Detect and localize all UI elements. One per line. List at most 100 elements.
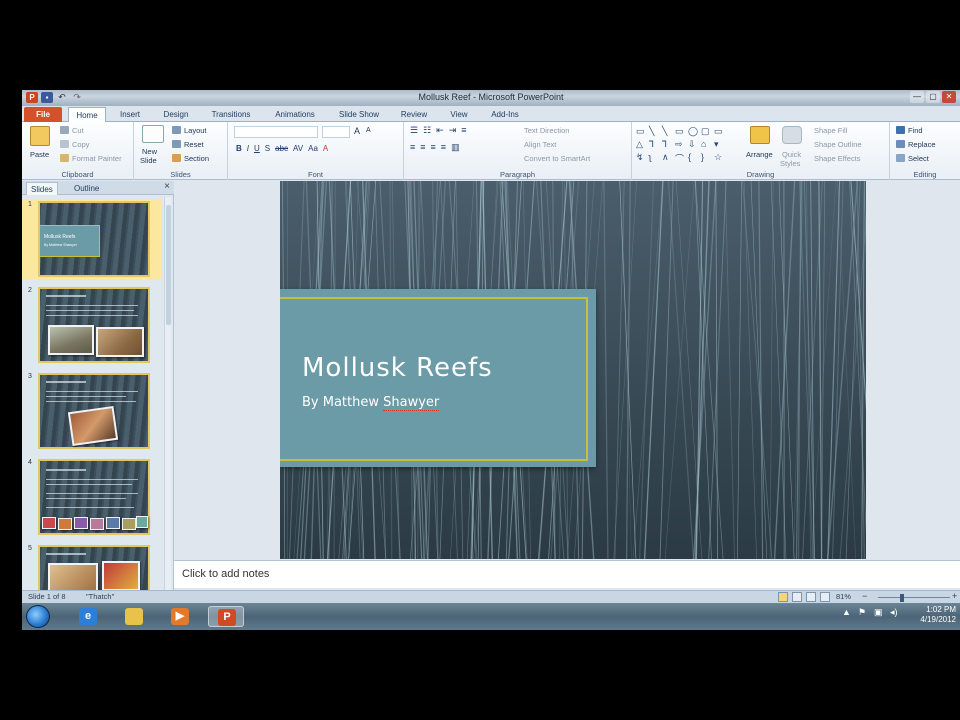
current-slide[interactable]: Mollusk Reefs By Matthew Shawyer [280,181,866,559]
brace-right-shape-icon[interactable]: } [701,152,713,165]
close-pane-icon[interactable]: × [164,181,170,192]
grow-font-button[interactable]: A [354,126,360,136]
textbox-shape-icon[interactable]: ▭ [636,126,648,137]
char-spacing-button[interactable]: AV [293,144,303,153]
arc-shape-icon[interactable]: ⌒ [675,152,687,165]
increase-indent-icon[interactable]: ⇥ [449,125,457,136]
volume-icon[interactable]: ◂) [890,607,898,618]
italic-button[interactable]: I [247,144,249,153]
slide-thumbnail-4[interactable]: 4 [22,457,162,537]
star-shape-icon[interactable]: ☆ [714,152,726,165]
brace-left-shape-icon[interactable]: { [688,152,700,165]
arrange-button[interactable]: Arrange [746,150,773,159]
slide-title[interactable]: Mollusk Reefs [302,353,493,383]
new-slide-button[interactable]: New [142,147,157,156]
notes-pane[interactable]: Click to add notes [174,560,960,588]
underline-button[interactable]: U [254,144,260,153]
line-spacing-icon[interactable]: ≡ [461,125,466,136]
align-right-icon[interactable]: ≡ [431,142,436,153]
shape-fill-button[interactable]: Shape Fill [814,126,847,135]
tab-home[interactable]: Home [68,107,106,122]
copy-icon[interactable] [60,140,69,148]
taskbar-ie[interactable]: e [70,606,106,627]
quick-styles-icon[interactable] [782,126,802,144]
zoom-level[interactable]: 81% [836,592,851,601]
rounded-rect-shape-icon[interactable]: ▢ [701,126,713,137]
format-painter-button[interactable]: Format Painter [72,154,122,163]
tab-design[interactable]: Design [156,107,196,122]
reset-icon[interactable] [172,140,181,148]
slideshow-view-button[interactable] [820,592,830,602]
columns-icon[interactable]: ▥ [451,142,460,153]
cut-button[interactable]: Cut [72,126,84,135]
tab-view[interactable]: View [442,107,476,122]
zoom-slider[interactable] [878,597,950,598]
copy-button[interactable]: Copy [72,140,90,149]
tab-add-ins[interactable]: Add-Ins [484,107,526,122]
layout-icon[interactable] [172,126,181,134]
replace-icon[interactable] [896,140,905,148]
bracket-shape-icon[interactable]: ʅ [649,152,661,165]
arrange-icon[interactable] [750,126,770,144]
slide-sorter-view-button[interactable] [792,592,802,602]
taskbar-explorer[interactable] [116,606,152,627]
curve-shape-icon[interactable]: ∧ [662,152,674,165]
justify-icon[interactable]: ≡ [441,142,446,153]
scrollbar-thumb[interactable] [166,205,171,325]
line-shape-icon[interactable]: ╲ [649,126,661,137]
elbow-shape-icon[interactable]: ⅂ [649,139,661,150]
font-color-button[interactable]: A [323,144,328,153]
network-icon[interactable]: ▣ [874,607,883,618]
shapes-gallery[interactable]: ▭ ╲ ╲ ▭ ◯ ▢ ▭ △ ⅂ ⅂ ⇨ ⇩ ⌂ ▾ ↯ ʅ ∧ ⌒{} ☆ [636,126,726,165]
notes-placeholder[interactable]: Click to add notes [182,568,269,580]
thumbnail-scrollbar[interactable] [164,197,171,591]
decrease-indent-icon[interactable]: ⇤ [436,125,444,136]
oval-shape-icon[interactable]: ◯ [688,126,700,137]
quick-styles-button[interactable]: Quick [782,150,801,159]
slide-thumbnail-2[interactable]: 2 [22,285,162,365]
format-painter-icon[interactable] [60,154,69,162]
reset-button[interactable]: Reset [184,140,204,149]
normal-view-button[interactable] [778,592,788,602]
strikethrough-button[interactable]: abc [275,144,288,153]
shape-outline-button[interactable]: Shape Outline [814,140,862,149]
triangle-shape-icon[interactable]: △ [636,139,648,150]
more-shapes-icon[interactable]: ▭ [714,126,726,137]
new-slide-icon[interactable] [142,125,164,143]
find-icon[interactable] [896,126,905,134]
font-name-box[interactable] [234,126,318,138]
bullets-icon[interactable]: ☰ [410,125,418,136]
line-shape-icon[interactable]: ╲ [662,126,674,137]
freeform-shape-icon[interactable]: ↯ [636,152,648,165]
select-button[interactable]: Select [908,154,929,163]
quick-styles-button-line2[interactable]: Styles [780,159,800,168]
reading-view-button[interactable] [806,592,816,602]
down-arrow-shape-icon[interactable]: ⇩ [688,139,700,150]
shape-effects-button[interactable]: Shape Effects [814,154,861,163]
section-icon[interactable] [172,154,181,162]
slide-subtitle[interactable]: By Matthew Shawyer [302,395,440,411]
font-size-box[interactable] [322,126,350,138]
tab-slides[interactable]: Slides [26,182,58,195]
action-center-icon[interactable]: ⚑ [858,607,866,618]
shadow-button[interactable]: S [265,144,270,153]
zoom-slider-thumb[interactable] [900,594,904,602]
tab-slide-show[interactable]: Slide Show [332,107,386,122]
paste-button[interactable]: Paste [30,150,49,159]
title-placeholder[interactable]: Mollusk Reefs By Matthew Shawyer [280,289,596,467]
find-button[interactable]: Find [908,126,923,135]
new-slide-button-line2[interactable]: Slide [140,156,157,165]
tab-file[interactable]: File [24,107,62,122]
tab-transitions[interactable]: Transitions [204,107,258,122]
clock-time[interactable]: 1:02 PM [916,605,956,614]
maximize-button[interactable]: ▢ [926,91,940,103]
start-button[interactable] [26,605,50,628]
tab-insert[interactable]: Insert [112,107,148,122]
zoom-out-button[interactable]: − [862,591,867,601]
align-center-icon[interactable]: ≡ [420,142,425,153]
change-case-button[interactable]: Aa [308,144,318,153]
tab-animations[interactable]: Animations [268,107,322,122]
tab-review[interactable]: Review [394,107,434,122]
taskbar-media-player[interactable]: ▶ [162,606,198,627]
paste-icon[interactable] [30,126,50,146]
